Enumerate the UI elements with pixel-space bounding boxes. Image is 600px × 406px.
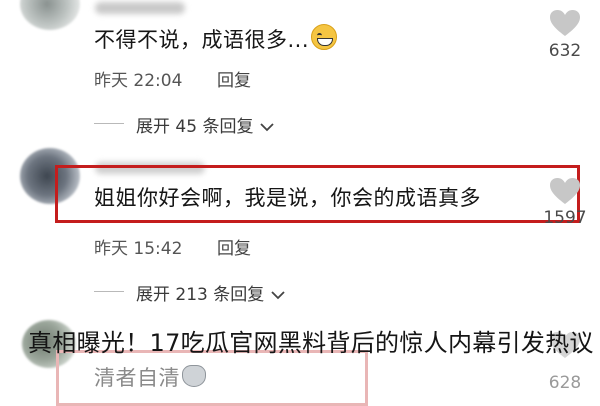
reply-button[interactable]: 回复 bbox=[217, 66, 251, 91]
expand-replies-label: 展开 213 条回复 bbox=[136, 285, 265, 305]
comment-1: 不得不说，成语很多... 昨天 22:04 回复 展开 45 条回复 632 bbox=[0, 0, 600, 140]
chevron-down-icon bbox=[260, 123, 274, 132]
like-count: 628 bbox=[548, 373, 582, 393]
comment-time: 昨天 15:42 bbox=[94, 239, 183, 259]
comment-text-content: 清者自清 bbox=[94, 366, 180, 390]
reply-button[interactable]: 回复 bbox=[217, 234, 251, 259]
expand-replies-button[interactable]: 展开 213 条回复 bbox=[136, 280, 286, 305]
divider bbox=[94, 291, 124, 292]
comment-text: 清者自清 bbox=[94, 362, 206, 392]
comment-text: 姐姐你好会啊，我是说，你会的成语真多 bbox=[94, 186, 481, 210]
comment-text-content: 不得不说，成语很多... bbox=[94, 28, 310, 52]
comment-text: 不得不说，成语很多... bbox=[94, 24, 338, 54]
avatar[interactable] bbox=[20, 0, 80, 30]
chevron-down-icon bbox=[271, 291, 285, 300]
divider bbox=[94, 123, 124, 124]
username-blurred[interactable] bbox=[95, 2, 185, 14]
grinning-sweat-emoji-icon bbox=[311, 24, 338, 50]
expand-replies-label: 展开 45 条回复 bbox=[136, 117, 254, 137]
like-count: 1597 bbox=[543, 208, 587, 228]
heart-icon[interactable] bbox=[550, 10, 580, 37]
cat-emoji-icon bbox=[182, 365, 206, 387]
expand-replies-button[interactable]: 展开 45 条回复 bbox=[136, 112, 275, 137]
overlay-caption: 真相曝光！17吃瓜官网黑料背后的惊人内幕引发热议 bbox=[28, 329, 594, 357]
comment-time: 昨天 22:04 bbox=[94, 71, 183, 91]
like-count: 632 bbox=[548, 41, 582, 61]
comment-2: 姐姐你好会啊，我是说，你会的成语真多 昨天 15:42 回复 展开 213 条回… bbox=[0, 140, 600, 310]
heart-icon[interactable] bbox=[550, 178, 580, 205]
